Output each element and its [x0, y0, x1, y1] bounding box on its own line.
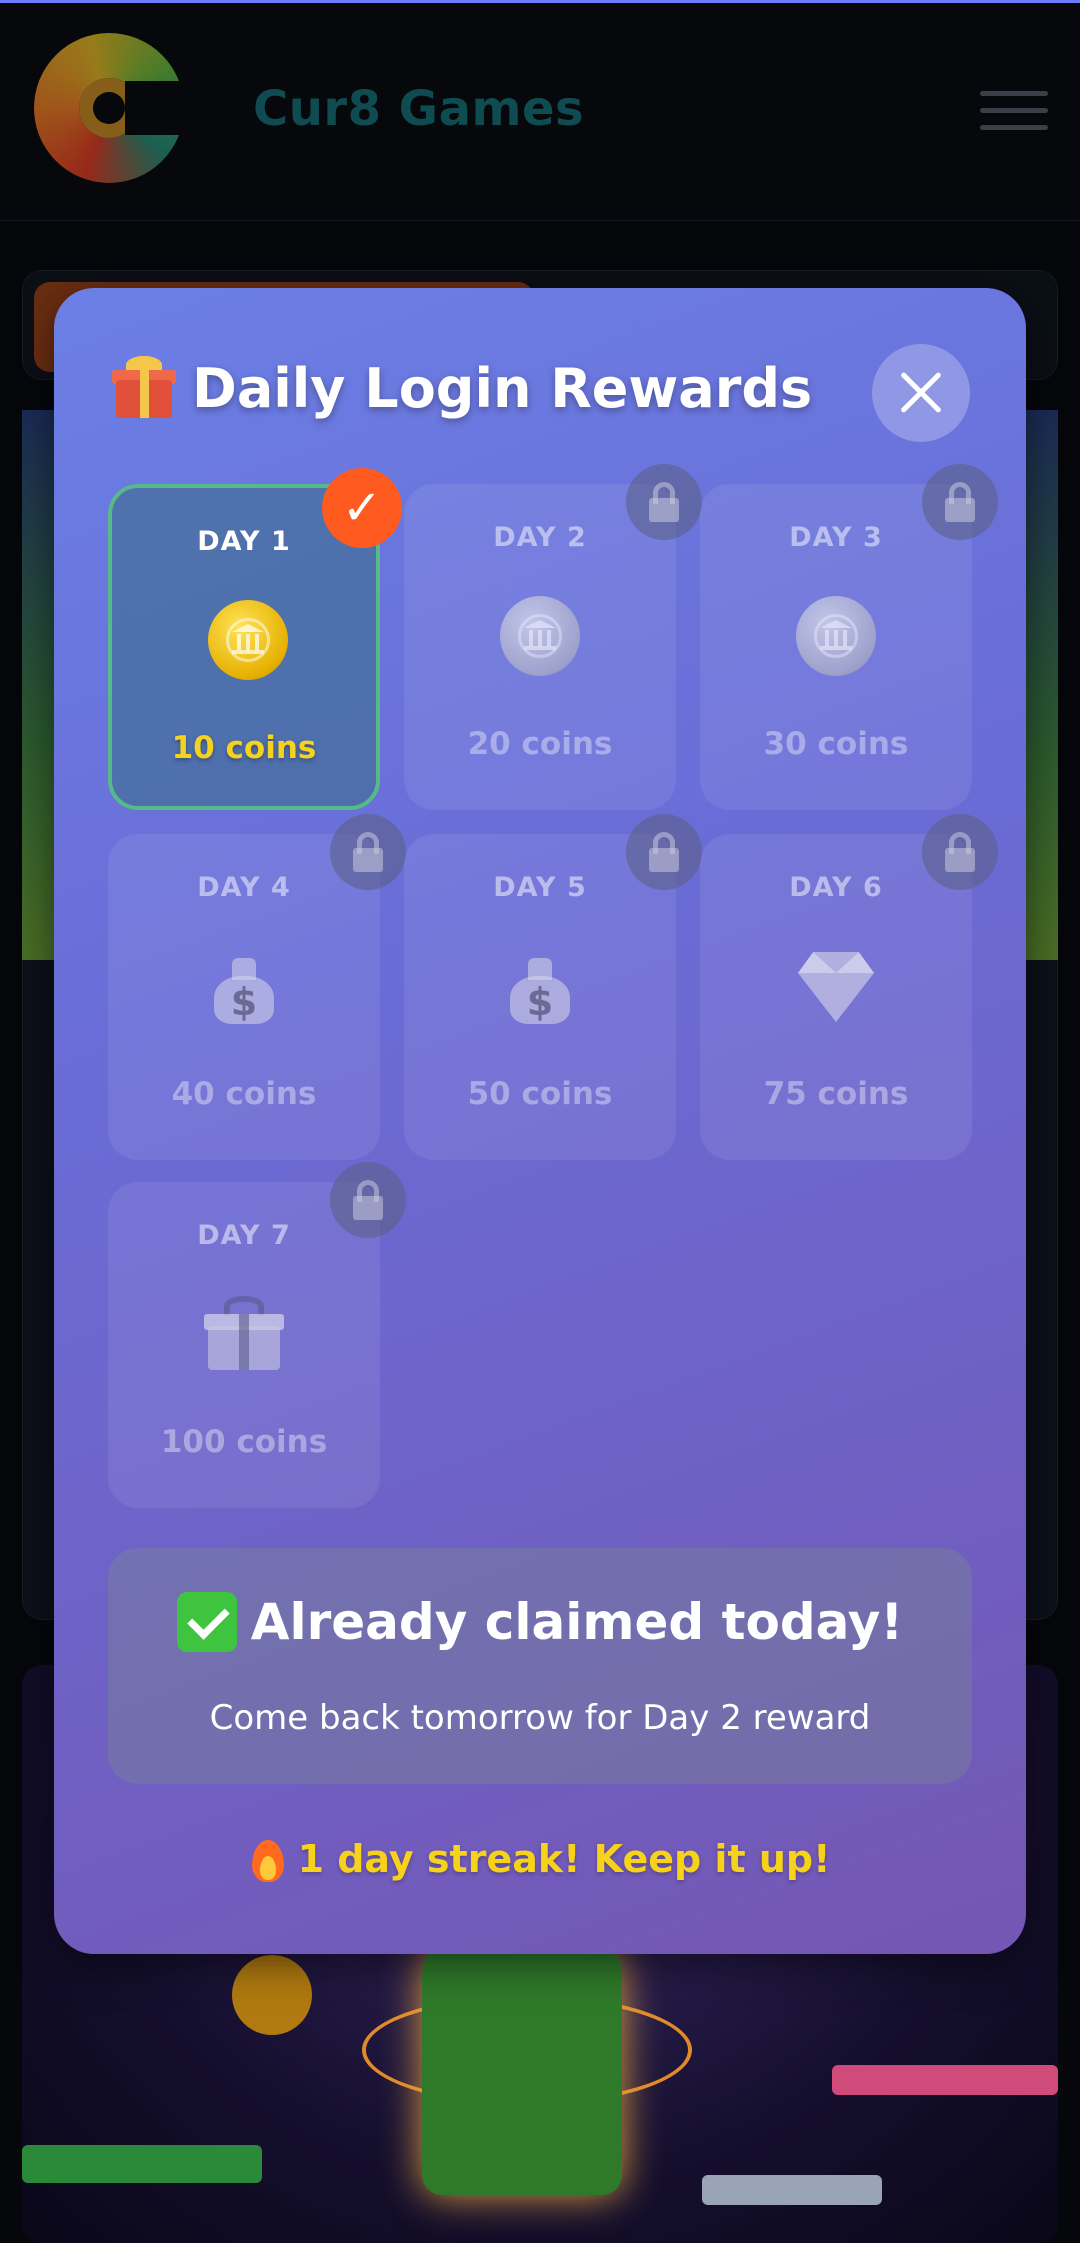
reward-day-4[interactable]: DAY 4 $ 40 coins	[108, 814, 406, 1160]
reward-day-1[interactable]: DAY 1 10 coins ✓	[108, 468, 402, 810]
silver-coin-icon	[796, 596, 876, 676]
modal-title: Daily Login Rewards	[112, 356, 812, 420]
reward-day-5[interactable]: DAY 5 $ 50 coins	[404, 814, 702, 1160]
gold-coin-icon	[208, 600, 288, 680]
reward-day-6[interactable]: DAY 6 75 coins	[700, 814, 998, 1160]
silver-coin-icon	[500, 596, 580, 676]
money-bag-icon: $	[204, 946, 284, 1026]
day-amount: 50 coins	[467, 1076, 613, 1112]
lock-icon	[626, 814, 702, 890]
day-amount: 75 coins	[763, 1076, 909, 1112]
claimed-check-icon: ✓	[322, 468, 402, 548]
lock-icon	[922, 464, 998, 540]
reward-day-3[interactable]: DAY 3 30 coins	[700, 464, 998, 810]
lock-icon	[330, 1162, 406, 1238]
claim-status-title: Already claimed today!	[108, 1592, 972, 1652]
lock-icon	[922, 814, 998, 890]
app-header: Cur8 Games	[0, 3, 1080, 221]
daily-rewards-modal: Daily Login Rewards DAY 1 10 coins ✓ DAY…	[54, 288, 1026, 1954]
streak-message: 1 day streak! Keep it up!	[54, 1836, 1026, 1882]
day-amount: 10 coins	[171, 730, 317, 766]
claim-status-subtitle: Come back tomorrow for Day 2 reward	[209, 1698, 871, 1738]
fire-icon	[250, 1836, 286, 1882]
diamond-icon	[796, 946, 876, 1026]
claim-status-text: Already claimed today!	[250, 1593, 904, 1651]
reward-day-2[interactable]: DAY 2 20 coins	[404, 464, 702, 810]
hamburger-menu-icon[interactable]	[980, 91, 1048, 135]
money-bag-icon: $	[500, 946, 580, 1026]
check-mark-icon	[176, 1592, 237, 1652]
modal-title-text: Daily Login Rewards	[192, 356, 813, 420]
day-amount: 40 coins	[171, 1076, 317, 1112]
gift-icon	[112, 356, 176, 420]
lock-icon	[330, 814, 406, 890]
day-amount: 100 coins	[160, 1424, 328, 1460]
day-amount: 30 coins	[763, 726, 909, 762]
streak-text: 1 day streak! Keep it up!	[297, 1837, 831, 1881]
brand-name[interactable]: Cur8 Games	[253, 81, 584, 137]
lock-icon	[626, 464, 702, 540]
claim-status-panel: Already claimed today! Come back tomorro…	[108, 1548, 972, 1784]
close-button[interactable]	[872, 344, 970, 442]
reward-day-7[interactable]: DAY 7 100 coins	[108, 1162, 406, 1508]
day-amount: 20 coins	[467, 726, 613, 762]
gift-icon	[204, 1294, 284, 1374]
